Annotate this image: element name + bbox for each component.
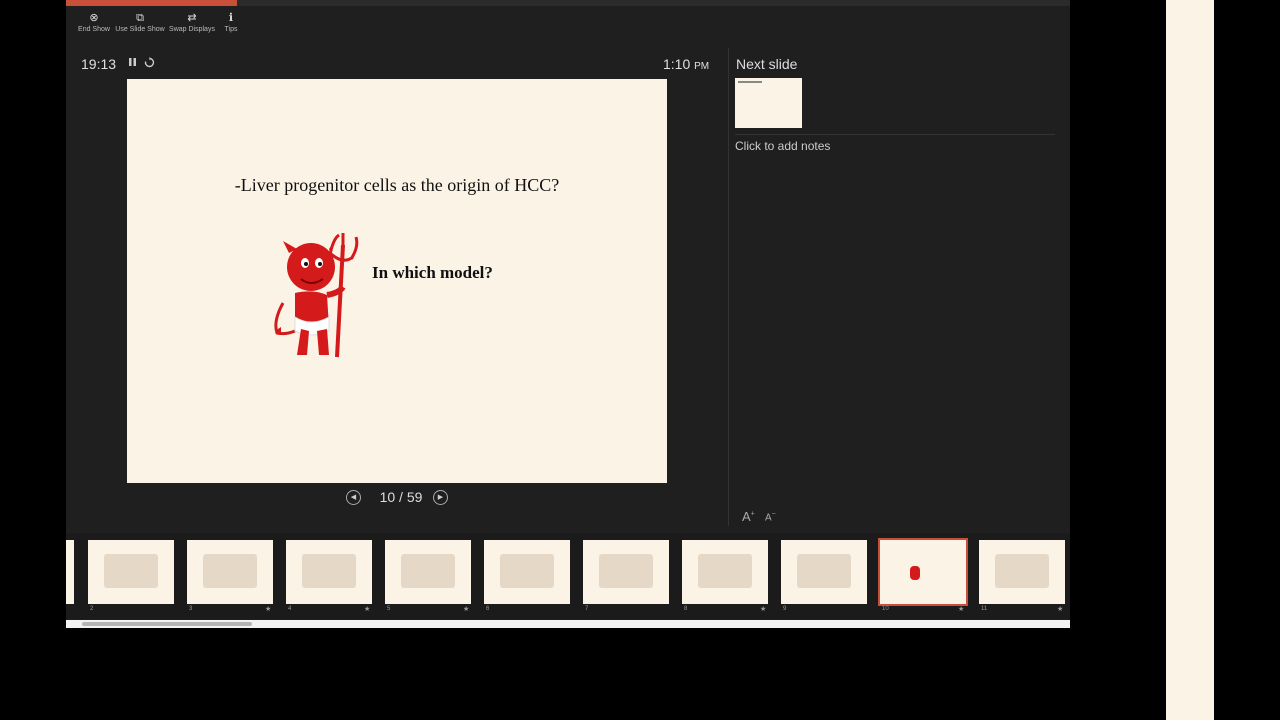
thumbnail-animation-icon: ★: [760, 606, 767, 613]
thumbnail-animation-icon: ★: [265, 606, 272, 613]
tips-label: Tips: [224, 26, 238, 33]
decrease-font-button[interactable]: A−: [765, 511, 776, 523]
thumbnail-animation-icon: ★: [364, 606, 371, 613]
use-slide-show-button[interactable]: ⧉ Use Slide Show: [112, 12, 168, 33]
thumbnail-content: [698, 554, 752, 588]
thumbnail-content: [500, 554, 554, 588]
panel-divider: [728, 48, 729, 526]
slide-navigation: ◀ 10 / 59 ▶: [346, 489, 456, 507]
next-slide-thumbnail-title: [738, 81, 762, 83]
slide-thumbnail[interactable]: [484, 540, 570, 604]
tips-button[interactable]: ℹ Tips: [203, 12, 259, 33]
thumbnail-content: [995, 554, 1049, 588]
slide-filmstrip[interactable]: 2 3 ★ 4 ★ 5 ★ 6 7 8 ★ 9 10 ★ 11 ★: [66, 533, 1070, 619]
slide-thumbnail[interactable]: [979, 540, 1065, 604]
thumbnail-number: 2: [90, 606, 94, 612]
next-slide-label: Next slide: [736, 56, 798, 72]
use-slide-show-label: Use Slide Show: [115, 26, 165, 33]
slide-progress-fill: [66, 0, 237, 6]
thumbnail-content: [203, 554, 257, 588]
thumbnail-number: 11: [981, 606, 988, 612]
thumbnail-number: 3: [189, 606, 193, 612]
notes-divider: [735, 134, 1055, 135]
slide-counter: 10 / 59: [379, 489, 423, 505]
tips-icon: ℹ: [228, 12, 234, 24]
increase-font-label: A: [742, 509, 751, 524]
thumbnail-content: [910, 566, 920, 580]
thumbnail-number: 5: [387, 606, 391, 612]
pause-icon[interactable]: [128, 57, 137, 70]
thumbnail-content: [797, 554, 851, 588]
prev-slide-icon[interactable]: ◀: [346, 490, 361, 505]
slide-thumbnail[interactable]: [187, 540, 273, 604]
devil-mascot-image: [274, 233, 359, 358]
presenter-view: ⊗ End Show ⧉ Use Slide Show ⇄ Swap Displ…: [66, 0, 1070, 628]
thumbnail-number: 8: [684, 606, 688, 612]
slide-title: -Liver progenitor cells as the origin of…: [234, 175, 560, 195]
notes-field[interactable]: Click to add notes: [735, 139, 830, 153]
secondary-display-edge: [1166, 0, 1214, 720]
slide-thumbnail[interactable]: [781, 540, 867, 604]
thumbnail-animation-icon: ★: [463, 606, 470, 613]
thumbnail-number: 10: [882, 606, 889, 612]
reset-icon[interactable]: [144, 57, 155, 71]
slide-thumbnail[interactable]: [878, 538, 968, 606]
thumbnail-number: 7: [585, 606, 589, 612]
current-time-ampm: PM: [694, 61, 710, 72]
decrease-font-label: A: [765, 512, 772, 524]
thumbnail-content: [302, 554, 356, 588]
use-slide-show-icon: ⧉: [136, 12, 144, 24]
slide-thumbnail[interactable]: [385, 540, 471, 604]
increase-font-button[interactable]: A+: [742, 509, 755, 524]
filmstrip-scrollbar-thumb[interactable]: [82, 622, 252, 626]
slide-progress-bar: [66, 0, 1070, 6]
slide-thumbnail[interactable]: [286, 540, 372, 604]
current-slide[interactable]: -Liver progenitor cells as the origin of…: [127, 79, 667, 483]
current-time-value: 1:10: [663, 56, 691, 72]
current-time: 1:10 PM: [663, 56, 709, 72]
slide-thumbnail[interactable]: [88, 540, 174, 604]
thumbnail-number: 6: [486, 606, 490, 612]
next-slide-thumbnail[interactable]: [735, 78, 802, 128]
slide-thumbnail[interactable]: [682, 540, 768, 604]
thumbnail-content: [599, 554, 653, 588]
thumbnail-animation-icon: ★: [1057, 606, 1064, 613]
end-show-label: End Show: [78, 26, 110, 33]
slide-question: In which model?: [372, 263, 493, 282]
elapsed-timer: 19:13: [81, 56, 117, 72]
thumbnail-animation-icon: ★: [958, 606, 965, 613]
slide-thumbnail-partial[interactable]: [66, 540, 74, 604]
thumbnail-number: 4: [288, 606, 292, 612]
thumbnail-content: [104, 554, 158, 588]
filmstrip-scrollbar[interactable]: [66, 620, 1070, 628]
slide-thumbnail[interactable]: [583, 540, 669, 604]
thumbnail-number: 9: [783, 606, 787, 612]
thumbnail-content: [401, 554, 455, 588]
next-slide-icon[interactable]: ▶: [433, 490, 448, 505]
